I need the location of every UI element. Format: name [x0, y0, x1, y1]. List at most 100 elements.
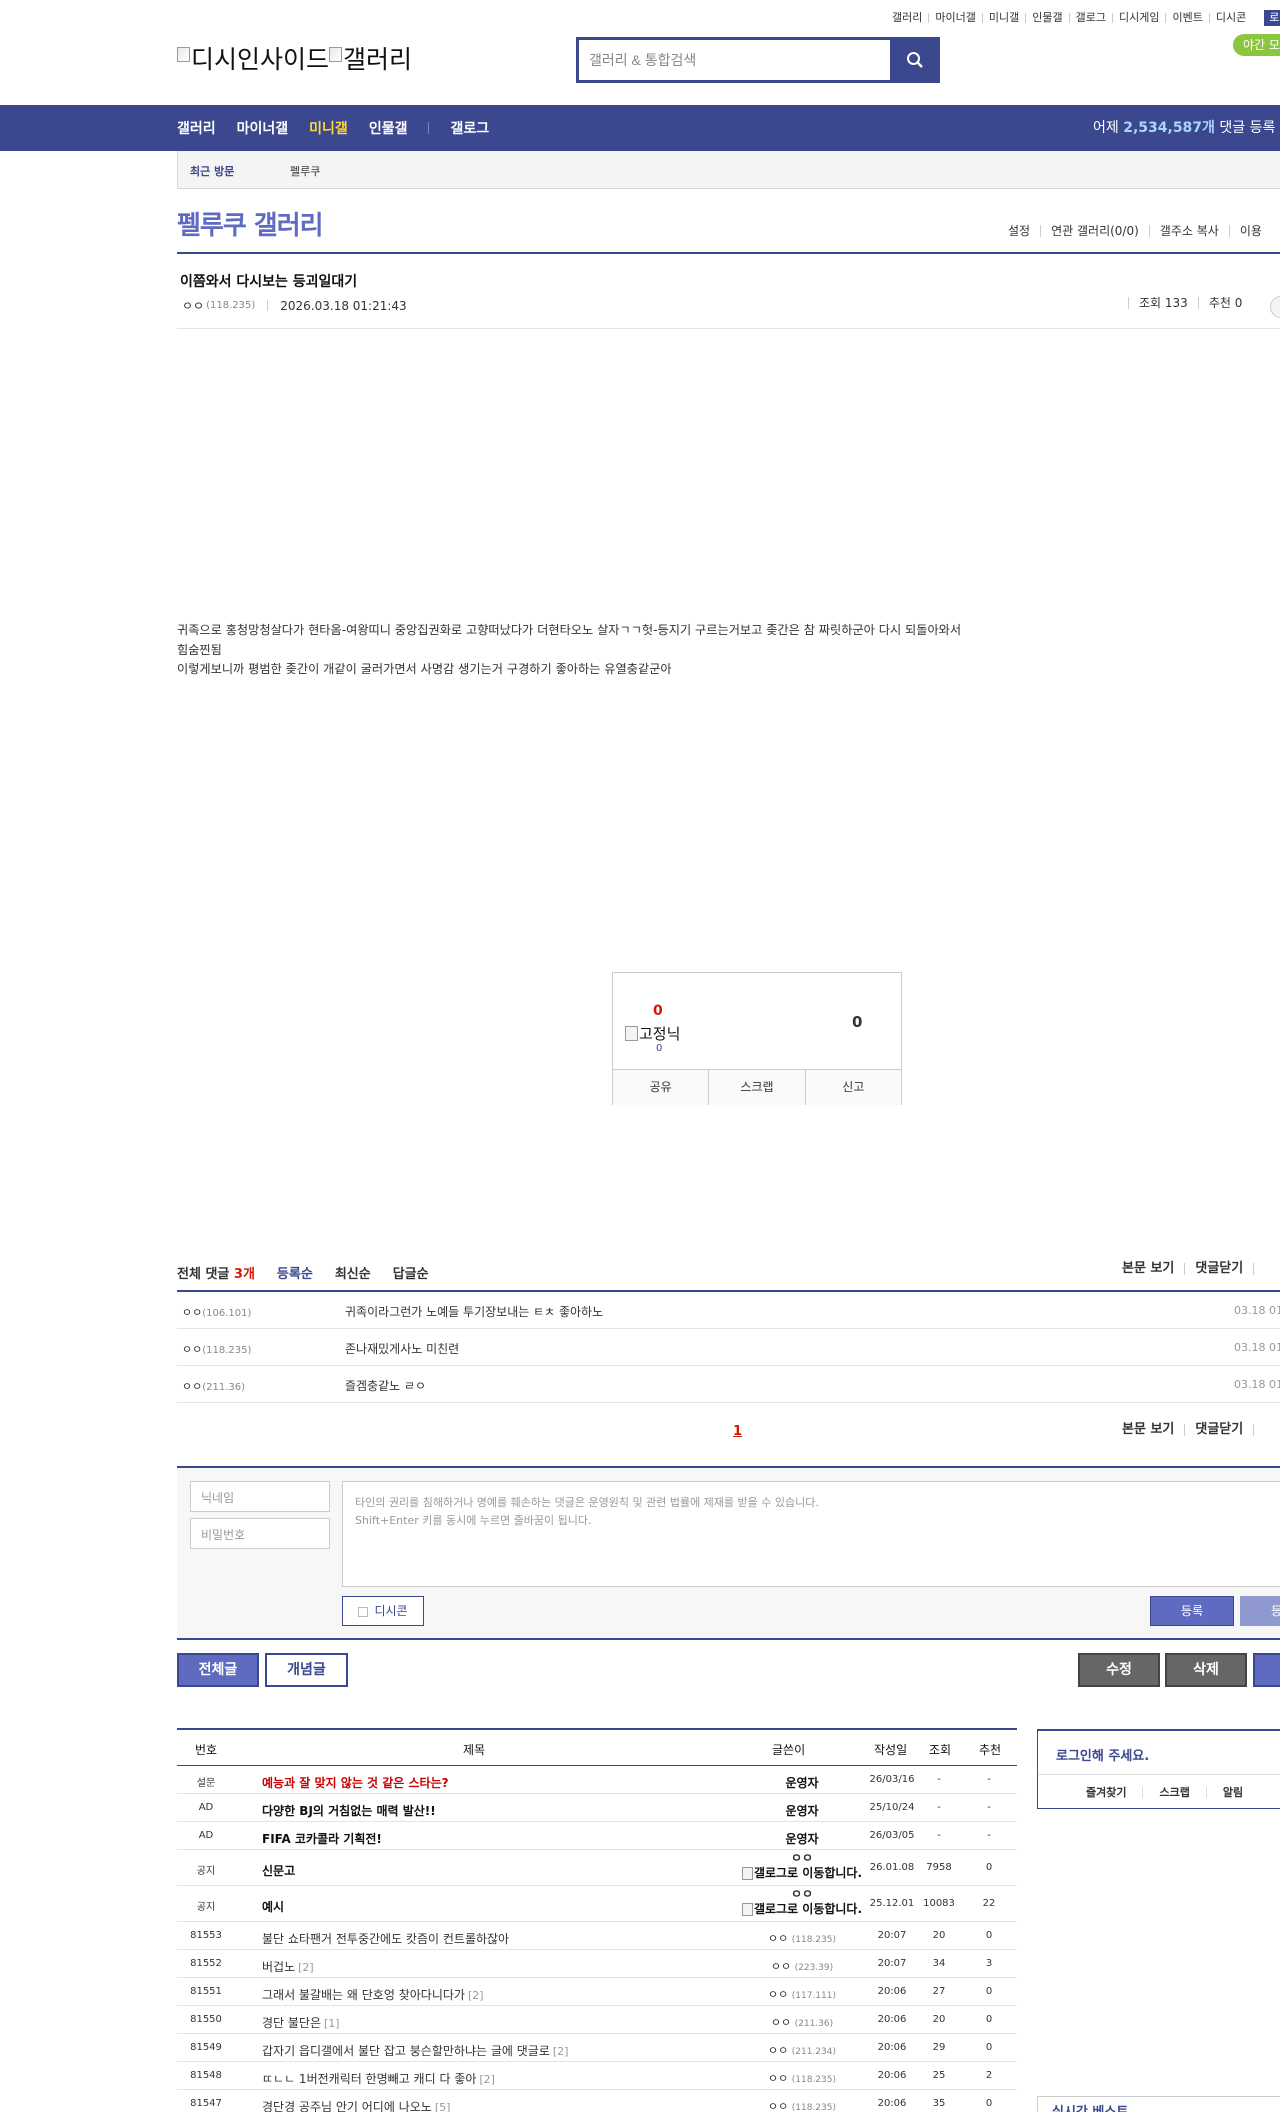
table-row[interactable]: 81550 경단 불단은 [1] ㅇㅇ (211.36) 20:06 20 0 [177, 2006, 1017, 2034]
top-link-gallog[interactable]: 갤로그 [1068, 12, 1112, 23]
table-row[interactable]: 설문 예능과 잘 맞지 않는 것 같은 스타는? 운영자 26/03/16 - - [177, 1766, 1017, 1794]
table-row[interactable]: AD FIFA 코카콜라 기획전! 운영자 26/03/05 - - [177, 1822, 1017, 1850]
table-row[interactable]: 81548 ㄸㄴㄴ 1버전캐릭터 한명빼고 캐디 다 좋아 [2] ㅇㅇ (118.2… [177, 2062, 1017, 2090]
comment-page-1[interactable]: 1 [733, 1424, 742, 1439]
logo-alt-gallery: 갤러리 [343, 45, 413, 74]
close-comments-button[interactable]: 댓글닫기 [1184, 1423, 1253, 1436]
comment-view-options: 본문 보기 댓글닫기 [1122, 1262, 1274, 1275]
dccon-button[interactable]: 디시콘 [342, 1596, 424, 1626]
top-link-person[interactable]: 인물갤 [1025, 12, 1068, 23]
top-link-gallery[interactable]: 갤러리 [892, 12, 928, 23]
view-post-button[interactable]: 본문 보기 [1122, 1423, 1184, 1436]
comment-header: 전체 댓글 3개 등록순 최신순 답글순 [177, 1263, 451, 1282]
divider [267, 300, 269, 311]
related-galleries[interactable]: 연관 갤러리(0/0) [1040, 225, 1149, 237]
best-posts-button[interactable]: 개념글 [265, 1653, 348, 1687]
post-link[interactable]: 버겁노 [2] [262, 1958, 314, 1975]
recent-visit-label[interactable]: 최근 방문 [190, 163, 234, 179]
copy-gallery-url[interactable]: 갤주소 복사 [1148, 225, 1229, 237]
gallery-title[interactable]: 펠루쿠 갤러리 [177, 205, 324, 242]
post-author[interactable]: ㅇㅇ [182, 297, 204, 314]
table-row[interactable]: 81549 갑자기 읍디갤에서 불단 잡고 붕슨할만하냐는 글에 댓글로 [2] ㅇㅇ… [177, 2034, 1017, 2062]
comment-author[interactable]: ㅇㅇ(118.235) [182, 1341, 251, 1357]
nav-minor[interactable]: 마이너갤 [237, 118, 289, 138]
sort-replies[interactable]: 답글순 [393, 1263, 429, 1282]
post-number: 81553 [190, 1930, 222, 1941]
table-row[interactable]: 공지 예시 ㅇㅇ 갤로그로 이동합니다. 25.12.01 10083 22 [177, 1886, 1017, 1922]
top-link-minor[interactable]: 마이너갤 [928, 12, 981, 23]
comment-author[interactable]: ㅇㅇ(211.36) [182, 1378, 245, 1394]
delete-button[interactable]: 삭제 [1165, 1653, 1247, 1687]
post-link[interactable]: 다양한 BJ의 거침없는 매력 발산!! [262, 1802, 436, 1819]
post-views: - [937, 1830, 941, 1841]
post-body-line: 이렇게보니까 평범한 좆간이 개같이 굴러가면서 사명감 생기는거 구경하기 좋… [177, 662, 672, 676]
realtime-best-title[interactable]: 실시간 베스트 [1052, 2101, 1128, 2112]
login-prompt[interactable]: 로그인해 주세요. [1056, 1745, 1149, 1764]
view-post-button[interactable]: 본문 보기 [1122, 1262, 1184, 1275]
notification-link[interactable]: 알림 [1205, 1787, 1259, 1798]
post-date: 20:06 [877, 2070, 907, 2081]
top-link-dccon[interactable]: 디시콘 [1208, 12, 1252, 23]
edit-button[interactable]: 수정 [1078, 1653, 1160, 1687]
site-logo[interactable]: 디시인사이드 갤러리 [177, 40, 412, 76]
gallery-usage[interactable]: 이용 [1228, 225, 1272, 237]
comment-ip: (211.36) [202, 1382, 246, 1393]
close-comments-button[interactable]: 댓글닫기 [1184, 1262, 1253, 1275]
register-button[interactable]: 등록 [1150, 1596, 1234, 1626]
top-link-event[interactable]: 이벤트 [1165, 12, 1208, 23]
post-link[interactable]: 예시 [262, 1898, 284, 1915]
fixed-nick-upvote-button[interactable]: 고정닉 [625, 1023, 680, 1044]
post-recommend: 22 [982, 1898, 996, 1909]
password-field[interactable]: 비밀번호 [190, 1518, 330, 1549]
nickname-field[interactable]: 닉네임 [190, 1481, 330, 1512]
table-row[interactable]: 공지 신문고 ㅇㅇ 갤로그로 이동합니다. 26.01.08 7958 0 [177, 1850, 1017, 1886]
register-and-recommend-button[interactable]: 등록 [1240, 1596, 1280, 1626]
table-row[interactable]: AD 다양한 BJ의 거침없는 매력 발산!! 운영자 25/10/24 - - [177, 1794, 1017, 1822]
nav-gallog[interactable]: 갤로그 [450, 118, 489, 138]
login-button[interactable]: 로그인 [1264, 10, 1280, 26]
post-number: 81551 [190, 1986, 222, 1997]
post-link[interactable]: 예능과 잘 맞지 않는 것 같은 스타는? [262, 1774, 449, 1791]
writer-nick: ㅇㅇ [770, 2016, 792, 2029]
table-row[interactable]: 81547 경단경 공주님 안기 어디에 나오노 [5] ㅇㅇ (118.235) 20… [177, 2090, 1017, 2112]
post-more-button[interactable] [1270, 296, 1280, 318]
post-title: 이쯤와서 다시보는 등괴일대기 [180, 274, 358, 290]
nav-mini[interactable]: 미니갤 [309, 118, 348, 138]
nav-gallery[interactable]: 갤러리 [177, 118, 216, 138]
post-link[interactable]: ㄸㄴㄴ 1버전캐릭터 한명빼고 캐디 다 좋아 [2] [262, 2070, 495, 2087]
post-link[interactable]: 그래서 불갈배는 왜 단호엉 찾아다니다가 [2] [262, 1986, 484, 2003]
post-link[interactable]: 신문고 [262, 1862, 295, 1879]
post-link[interactable]: 경단경 공주님 안기 어디에 나오노 [5] [262, 2098, 450, 2112]
share-button[interactable]: 공유 [613, 1070, 708, 1105]
write-button[interactable]: 글 [1253, 1653, 1280, 1687]
top-link-game[interactable]: 디시게임 [1111, 12, 1165, 23]
all-posts-button[interactable]: 전체글 [177, 1653, 259, 1687]
post-link[interactable]: 갑자기 읍디갤에서 불단 잡고 붕슨할만하냐는 글에 댓글로 [2] [262, 2042, 568, 2059]
scrap-link[interactable]: 스크랩 [1142, 1787, 1205, 1798]
recent-visit-item[interactable]: 펠루쿠 [290, 163, 320, 179]
report-button[interactable]: 신고 [804, 1070, 901, 1105]
post-link[interactable]: 경단 불단은 [1] [262, 2014, 340, 2031]
sort-registered[interactable]: 등록순 [277, 1263, 313, 1282]
upvote-count: 0 [653, 1003, 663, 1019]
gallery-settings[interactable]: 설정 [1008, 225, 1040, 237]
comment-textarea[interactable]: 타인의 권리를 침해하거나 명예를 훼손하는 댓글은 운영원칙 및 관련 법률에… [342, 1481, 1280, 1587]
sort-latest[interactable]: 최신순 [335, 1263, 371, 1282]
scrap-button[interactable]: 스크랩 [708, 1070, 804, 1105]
table-row[interactable]: 81553 불단 쇼타팬거 전투중간에도 캇즘이 컨트롤하잖아 ㅇㅇ (118.23… [177, 1922, 1017, 1950]
comment-total: 전체 댓글 3개 [177, 1263, 255, 1282]
nav-person[interactable]: 인물갤 [369, 118, 408, 138]
gallog-link-label: 갤로그로 이동합니다. [753, 1902, 863, 1916]
search-input[interactable] [579, 40, 893, 80]
search-button[interactable] [893, 40, 937, 80]
gallery-options: 설정 연관 갤러리(0/0) 갤주소 복사 이용 [1008, 225, 1272, 237]
post-link[interactable]: FIFA 코카콜라 기획전! [262, 1830, 382, 1847]
favorites-link[interactable]: 즐겨찾기 [1038, 1787, 1142, 1798]
top-link-mini[interactable]: 미니갤 [981, 12, 1025, 23]
comment-author[interactable]: ㅇㅇ(106.101) [182, 1304, 251, 1320]
post-date: 20:07 [877, 1930, 907, 1941]
post-link[interactable]: 불단 쇼타팬거 전투중간에도 캇즘이 컨트롤하잖아 [262, 1930, 509, 1947]
table-row[interactable]: 81552 버겁노 [2] ㅇㅇ (223.39) 20:07 34 3 [177, 1950, 1017, 1978]
table-row[interactable]: 81551 그래서 불갈배는 왜 단호엉 찾아다니다가 [2] ㅇㅇ (117.111… [177, 1978, 1017, 2006]
night-mode-toggle[interactable]: 야간 모 [1233, 34, 1280, 56]
